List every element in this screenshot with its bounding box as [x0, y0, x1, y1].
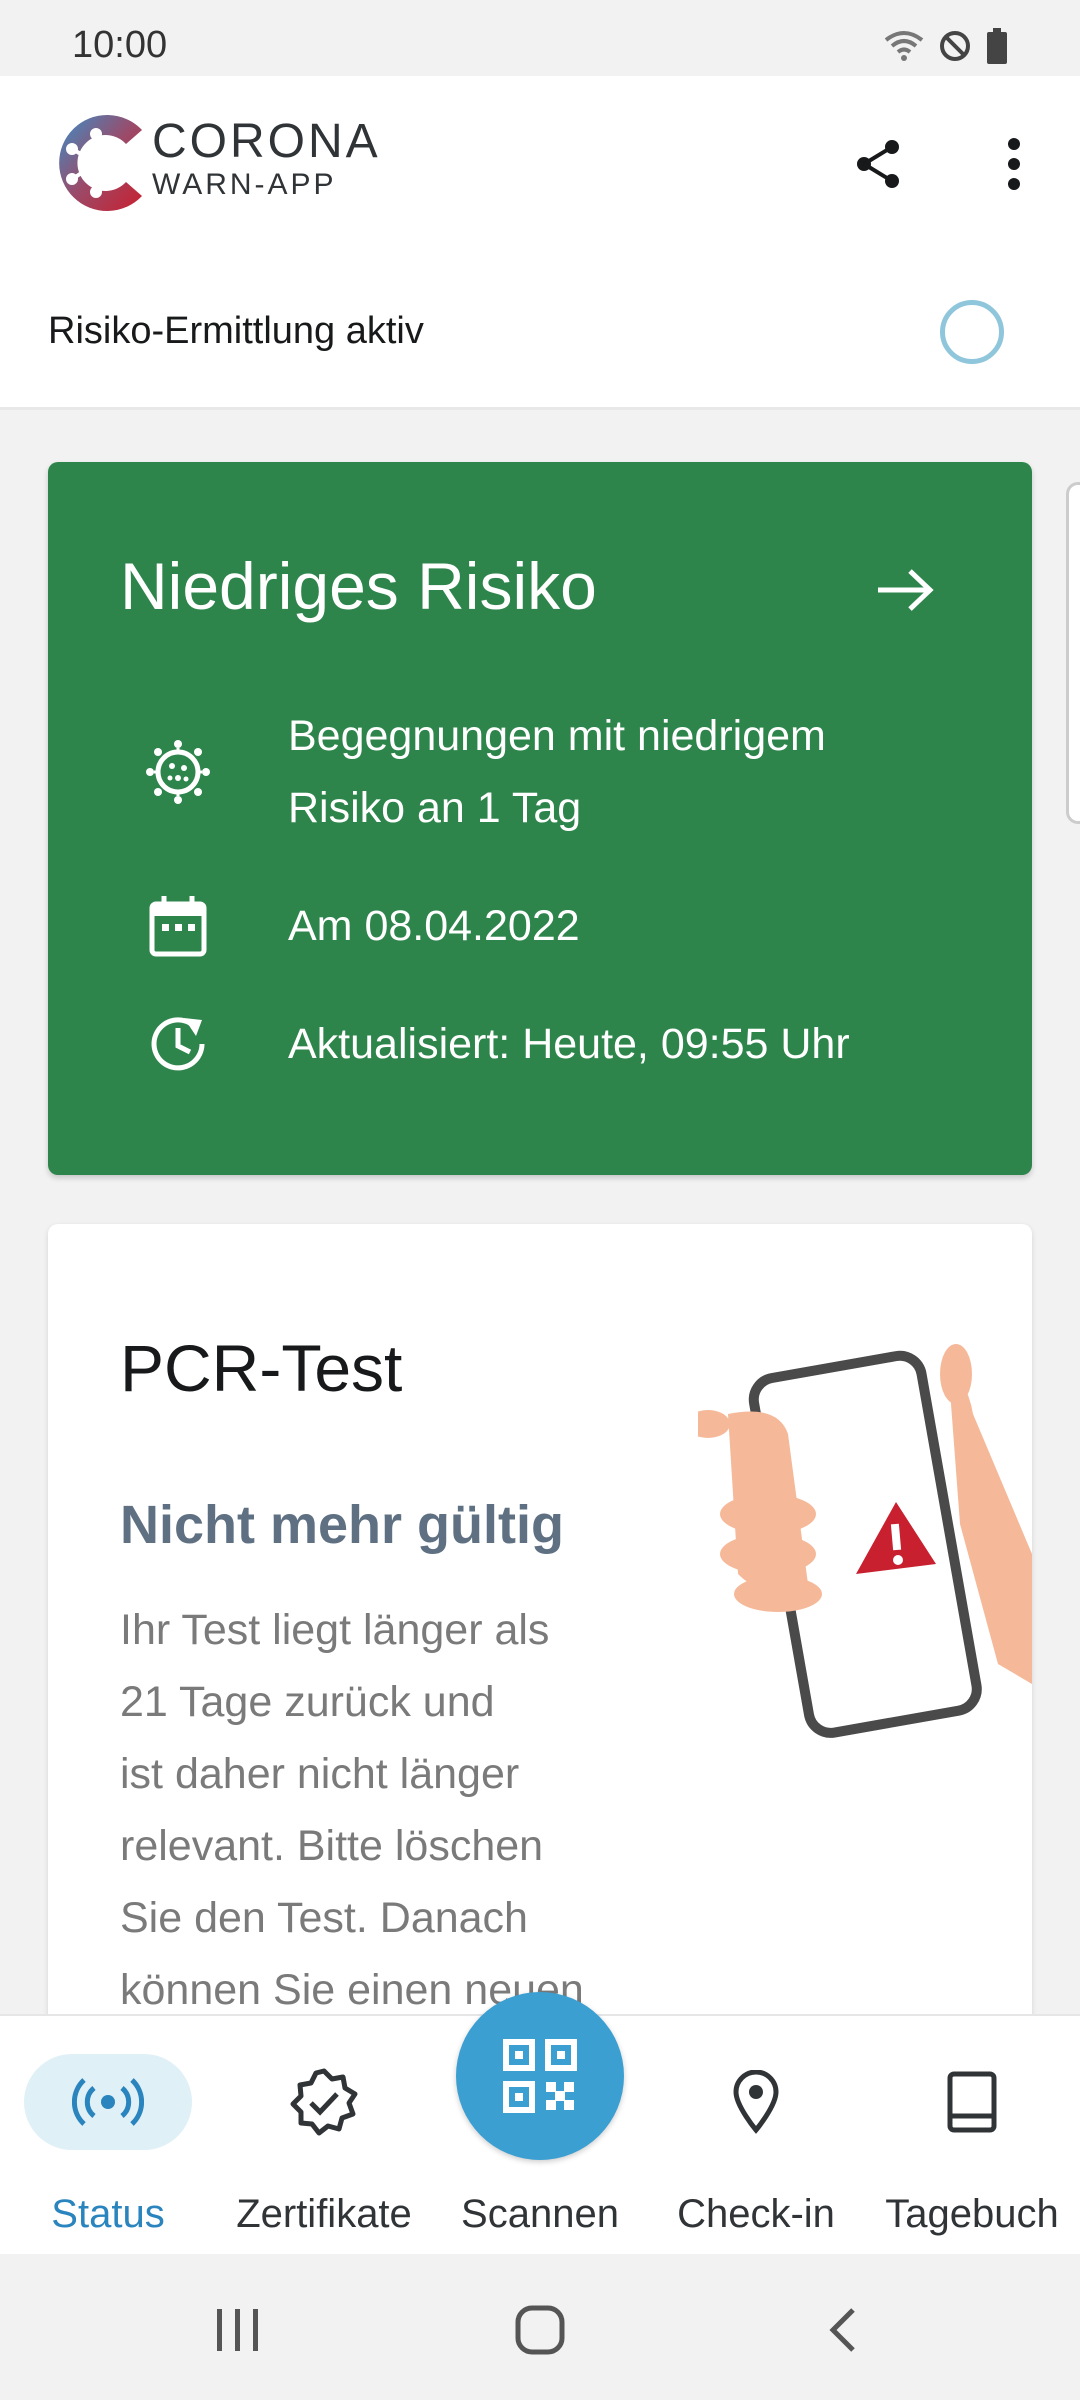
share-button[interactable] [838, 124, 918, 204]
home-button[interactable] [500, 2290, 580, 2370]
nav-item-check-in[interactable]: Check-in [648, 2016, 864, 2256]
arrow-right-icon [878, 569, 934, 611]
pcr-card-body: Ihr Test liegt länger als 21 Tage zurück… [120, 1594, 640, 2026]
radar-icon [72, 2078, 144, 2126]
encounters-line-2: Risiko an 1 Tag [288, 784, 582, 832]
pcr-card-subtitle: Nicht mehr gültig [120, 1495, 564, 1555]
book-icon [947, 2071, 997, 2133]
nav-status-indicator [24, 2054, 192, 2150]
home-icon [515, 2305, 565, 2355]
back-icon [829, 2308, 855, 2352]
location-pin-icon [733, 2070, 779, 2134]
nav-item-status[interactable]: Status [0, 2016, 216, 2256]
phone-warning-illustration [698, 1344, 1032, 1738]
risk-detection-status-row[interactable]: Risiko-Ermittlung aktiv [0, 258, 1080, 410]
encounters-line-1: Begegnungen mit niedrigem [288, 712, 826, 760]
corona-warn-app-logo [59, 115, 142, 211]
nav-label-scan: Scannen [461, 2192, 619, 2236]
pcr-body-line: Ihr Test liegt länger als [120, 1606, 550, 1654]
risk-detection-label: Risiko-Ermittlung aktiv [48, 310, 424, 352]
logo-subtitle: WARN-APP [152, 168, 337, 201]
pcr-body-line: relevant. Bitte löschen [120, 1822, 544, 1870]
system-navigation-bar [0, 2254, 1080, 2400]
risk-updated: Aktualisiert: Heute, 09:55 Uhr [288, 1020, 850, 1068]
share-icon [857, 140, 899, 188]
nav-item-diary[interactable]: Tagebuch [864, 2016, 1080, 2256]
more-options-button[interactable] [974, 124, 1054, 204]
status-bar: 10:00 [0, 0, 1080, 76]
nav-label-check-in: Check-in [677, 2192, 835, 2236]
pcr-test-card[interactable]: PCR-Test Nicht mehr gültig Ihr Test lieg… [48, 1224, 1032, 2044]
calendar-icon [149, 896, 207, 957]
qr-code-icon [503, 2039, 577, 2113]
virus-icon [146, 740, 210, 804]
nav-check-in-indicator [672, 2054, 840, 2150]
next-card-peek[interactable] [1066, 482, 1080, 824]
more-vert-icon [1008, 138, 1020, 190]
nav-label-status: Status [51, 2192, 165, 2236]
logo-text: CORONA WARN-APP [152, 116, 381, 202]
pcr-card-title: PCR-Test [120, 1331, 403, 1405]
back-button[interactable] [802, 2290, 882, 2370]
nav-diary-indicator [888, 2054, 1056, 2150]
logo-title: CORONA [152, 115, 381, 168]
status-icons [884, 28, 1008, 64]
nav-label-diary: Tagebuch [885, 2192, 1059, 2236]
do-not-disturb-icon [940, 31, 970, 61]
app-header: CORONA WARN-APP [0, 76, 1080, 258]
nav-certificates-indicator [240, 2054, 408, 2150]
status-time: 10:00 [72, 24, 168, 66]
battery-icon [987, 28, 1007, 64]
recents-icon [217, 2309, 258, 2351]
recents-button[interactable] [198, 2290, 278, 2370]
scan-qr-button[interactable] [456, 1992, 624, 2160]
loading-spinner-icon [940, 300, 1004, 364]
nav-item-certificates[interactable]: Zertifikate [216, 2016, 432, 2256]
wifi-icon [884, 31, 924, 61]
pcr-body-line: 21 Tage zurück und [120, 1678, 495, 1726]
risk-card-title: Niedriges Risiko [120, 549, 597, 623]
risk-card[interactable]: Niedriges Risiko Begegnungen mit niedrig… [48, 462, 1032, 1175]
pcr-body-line: ist daher nicht länger [120, 1750, 520, 1798]
certificate-icon [290, 2068, 358, 2136]
pcr-body-line: Sie den Test. Danach [120, 1894, 528, 1942]
risk-date: Am 08.04.2022 [288, 902, 580, 950]
update-clock-icon [151, 1017, 205, 1071]
nav-label-certificates: Zertifikate [236, 2192, 412, 2236]
